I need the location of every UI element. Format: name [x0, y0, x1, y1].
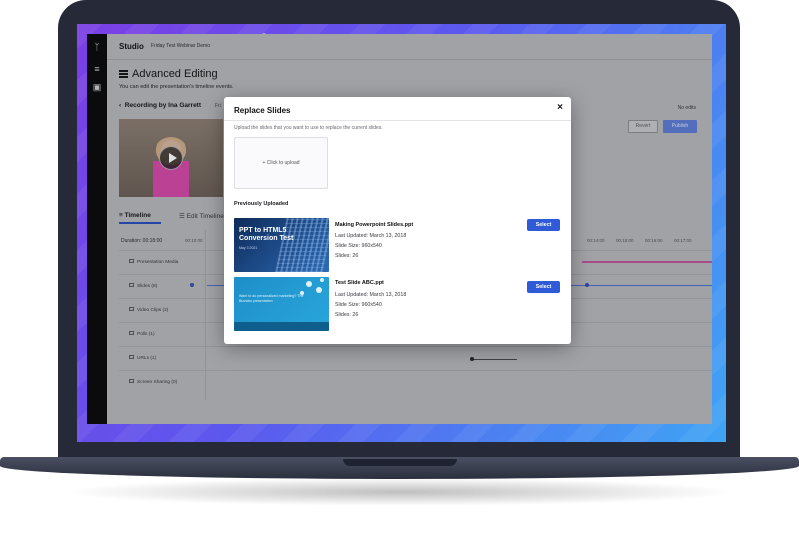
replace-slides-modal: Replace Slides × Upload the slides that …: [224, 97, 571, 344]
slide-size: Slide Size: 960x540: [335, 302, 382, 308]
laptop-shadow: [60, 478, 740, 506]
file-name: Test Slide ABC.ppt: [335, 280, 384, 286]
slide-thumbnail: PPT to HTML5 Conversion Test May 3 2021: [234, 218, 329, 272]
upload-dropzone[interactable]: + Click to upload: [234, 137, 328, 189]
decor-bubble: [320, 278, 324, 282]
slide-count: Slides: 26: [335, 253, 359, 259]
thumbnail-title: PPT to HTML5 Conversion Test: [239, 227, 294, 242]
last-updated: Last Updated: March 13, 2018: [335, 233, 407, 239]
select-button[interactable]: Select: [527, 219, 560, 231]
slide-thumbnail: Want to do personalized marketing? The B…: [234, 277, 329, 331]
slide-count: Slides: 26: [335, 312, 359, 318]
modal-title: Replace Slides: [234, 106, 291, 115]
upload-label: + Click to upload: [262, 160, 300, 166]
thumbnail-text: Want to do personalized marketing? The B…: [239, 294, 304, 303]
last-updated: Last Updated: March 13, 2018: [335, 292, 407, 298]
laptop-notch: [343, 459, 457, 466]
decor-bubble: [306, 281, 312, 287]
decor-bubble: [316, 287, 322, 293]
file-name: Making Powerpoint Slides.ppt: [335, 222, 414, 228]
select-button[interactable]: Select: [527, 281, 560, 293]
close-icon[interactable]: ×: [557, 103, 563, 113]
slide-size: Slide Size: 960x540: [335, 243, 382, 249]
modal-description: Upload the slides that you want to use t…: [234, 125, 383, 131]
thumbnail-footer: [234, 322, 329, 331]
modal-divider: [224, 120, 571, 121]
previously-uploaded-heading: Previously Uploaded: [234, 201, 289, 207]
thumbnail-subtitle: May 3 2021: [239, 246, 258, 250]
